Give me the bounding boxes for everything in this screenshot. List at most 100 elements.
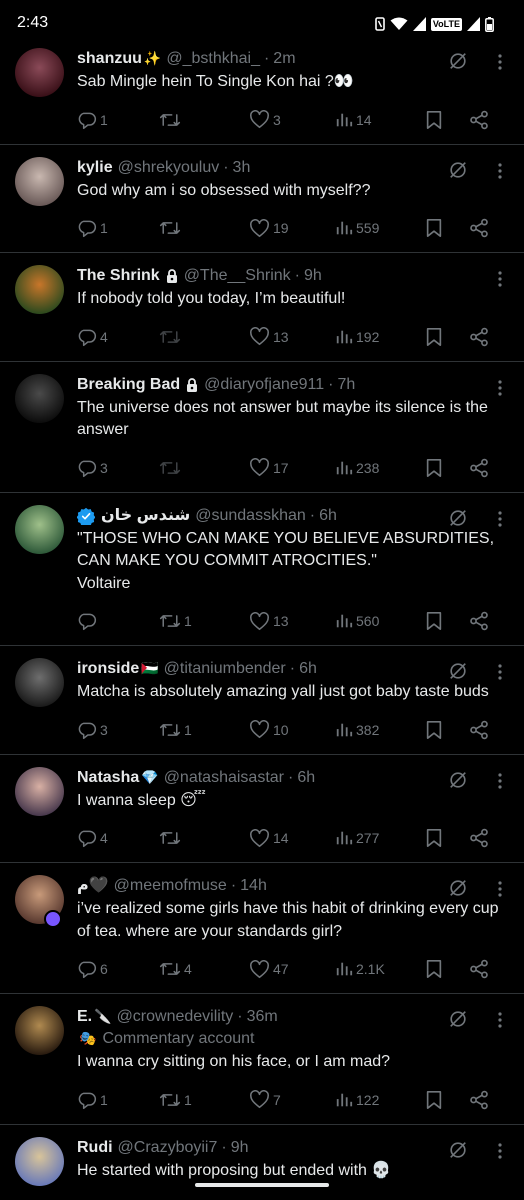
author-name[interactable]: Breaking Bad	[77, 374, 180, 396]
more-options-icon[interactable]	[498, 1142, 502, 1164]
like-button[interactable]: 17	[249, 458, 335, 477]
gesture-home-bar[interactable]	[195, 1183, 329, 1187]
retweet-button[interactable]	[159, 458, 249, 478]
like-button[interactable]: 13	[249, 327, 335, 346]
like-button[interactable]: 47	[249, 959, 335, 979]
retweet-button[interactable]: 1	[159, 611, 249, 631]
more-options-icon[interactable]	[498, 510, 502, 532]
timestamp[interactable]: 9h	[231, 1137, 249, 1159]
share-button[interactable]	[469, 458, 499, 478]
author-name[interactable]: The Shrink	[77, 265, 160, 287]
author-name[interactable]: kylie	[77, 157, 113, 179]
tweet-text[interactable]: If nobody told you today, I’m beautiful!	[77, 287, 508, 311]
tweet-text[interactable]: I wanna cry sitting on his face, or I am…	[77, 1050, 508, 1074]
translate-icon[interactable]	[448, 1009, 468, 1034]
tweet-text[interactable]: Matcha is absolutely amazing yall just g…	[77, 680, 508, 704]
tweet[interactable]: م🖤 @meemofmuse · 14h i’ve realized some girl…	[0, 863, 524, 994]
reply-button[interactable]: 1	[77, 1090, 159, 1110]
share-button[interactable]	[469, 959, 499, 979]
views-button[interactable]: 382	[335, 721, 425, 739]
reply-button[interactable]: 4	[77, 327, 159, 347]
more-options-icon[interactable]	[498, 1012, 502, 1033]
retweet-button[interactable]: 1	[159, 720, 249, 740]
bookmark-button[interactable]	[425, 611, 469, 631]
translate-icon[interactable]	[448, 51, 468, 76]
tweet[interactable]: Rudi @Crazyboyii7 · 9h He started with propo…	[0, 1125, 524, 1200]
bookmark-button[interactable]	[425, 458, 469, 478]
reply-button[interactable]: 3	[77, 720, 159, 740]
tweet-text[interactable]: I wanna sleep 😴	[77, 789, 508, 813]
views-button[interactable]: 14	[335, 111, 425, 129]
retweet-button[interactable]	[159, 828, 249, 848]
more-options-icon[interactable]	[498, 271, 502, 292]
retweet-button[interactable]: 1	[159, 1090, 249, 1110]
translate-icon[interactable]	[448, 1140, 468, 1165]
more-options-icon[interactable]	[498, 379, 502, 401]
avatar[interactable]	[15, 1006, 64, 1055]
translate-icon[interactable]	[448, 878, 468, 903]
timestamp[interactable]: 6h	[299, 658, 317, 680]
timestamp[interactable]: 2m	[273, 48, 295, 70]
tweet-text[interactable]: "THOSE WHO CAN MAKE YOU BELIEVE ABSURDIT…	[77, 527, 508, 596]
tweet-text[interactable]: i’ve realized some girls have this habit…	[77, 897, 508, 943]
tweet[interactable]: The Shrink @The__Shrink · 9h If nobody told …	[0, 253, 524, 362]
like-button[interactable]: 19	[249, 218, 335, 238]
bookmark-button[interactable]	[425, 828, 469, 848]
reply-button[interactable]: 3	[77, 458, 159, 478]
views-button[interactable]: 238	[335, 459, 425, 477]
tweet[interactable]: شندس خان @sundasskhan · 6h "THOSE WHO CAN MA…	[0, 493, 524, 646]
timestamp[interactable]: 14h	[240, 875, 267, 897]
avatar[interactable]	[15, 658, 64, 707]
author-handle[interactable]: @Crazyboyii7	[118, 1137, 218, 1159]
bookmark-button[interactable]	[425, 720, 469, 740]
views-button[interactable]: 122	[335, 1091, 425, 1109]
avatar[interactable]	[15, 766, 64, 816]
account-label[interactable]: 🎭 Commentary account	[77, 1028, 508, 1050]
retweet-button[interactable]	[159, 110, 249, 130]
like-button[interactable]: 14	[249, 828, 335, 848]
like-button[interactable]: 13	[249, 611, 335, 631]
share-button[interactable]	[469, 218, 499, 238]
author-handle[interactable]: @meemofmuse	[114, 875, 227, 897]
author-name[interactable]: E.	[77, 1006, 92, 1028]
translate-icon[interactable]	[448, 160, 468, 185]
author-handle[interactable]: @The__Shrink	[184, 265, 291, 287]
retweet-button[interactable]	[159, 327, 249, 347]
more-options-icon[interactable]	[498, 664, 502, 685]
share-button[interactable]	[469, 110, 499, 130]
timestamp[interactable]: 36m	[247, 1006, 278, 1028]
timestamp[interactable]: 6h	[297, 767, 315, 789]
translate-icon[interactable]	[448, 661, 468, 686]
author-handle[interactable]: @shrekyouluv	[118, 157, 220, 179]
author-name[interactable]: شندس خان	[101, 505, 190, 527]
tweet[interactable]: shanzuu ✨ @_bsthkhai_ · 2m Sab Mingle hein To…	[0, 36, 524, 145]
views-button[interactable]: 2.1K	[335, 960, 425, 978]
share-button[interactable]	[469, 611, 499, 631]
avatar[interactable]	[15, 373, 64, 423]
author-handle[interactable]: @diaryofjane911	[204, 374, 324, 396]
tweet-text[interactable]: God why am i so obsessed with myself??	[77, 179, 508, 203]
tweet-text[interactable]: The universe does not answer but maybe i…	[77, 396, 508, 442]
views-button[interactable]: 277	[335, 829, 425, 847]
translate-icon[interactable]	[448, 770, 468, 795]
reply-button[interactable]: 1	[77, 110, 159, 130]
timestamp[interactable]: 9h	[304, 265, 322, 287]
share-button[interactable]	[469, 327, 499, 347]
share-button[interactable]	[469, 720, 499, 740]
more-options-icon[interactable]	[498, 162, 502, 184]
author-name[interactable]: Natasha	[77, 767, 139, 789]
views-button[interactable]: 192	[335, 328, 425, 346]
author-handle[interactable]: @natashaisastar	[164, 767, 284, 789]
author-name[interactable]: ironside	[77, 658, 139, 680]
reply-button[interactable]: 4	[77, 828, 159, 848]
tweet[interactable]: Natasha 💎 @natashaisastar · 6h I wanna sleep …	[0, 755, 524, 863]
author-name[interactable]: م🖤	[77, 875, 109, 897]
reply-button[interactable]	[77, 611, 159, 631]
retweet-button[interactable]: 4	[159, 959, 249, 979]
author-handle[interactable]: @sundasskhan	[195, 505, 306, 527]
avatar[interactable]	[15, 156, 64, 206]
timestamp[interactable]: 7h	[338, 374, 356, 396]
author-name[interactable]: shanzuu	[77, 48, 142, 70]
timestamp[interactable]: 6h	[319, 505, 337, 527]
bookmark-button[interactable]	[425, 218, 469, 238]
